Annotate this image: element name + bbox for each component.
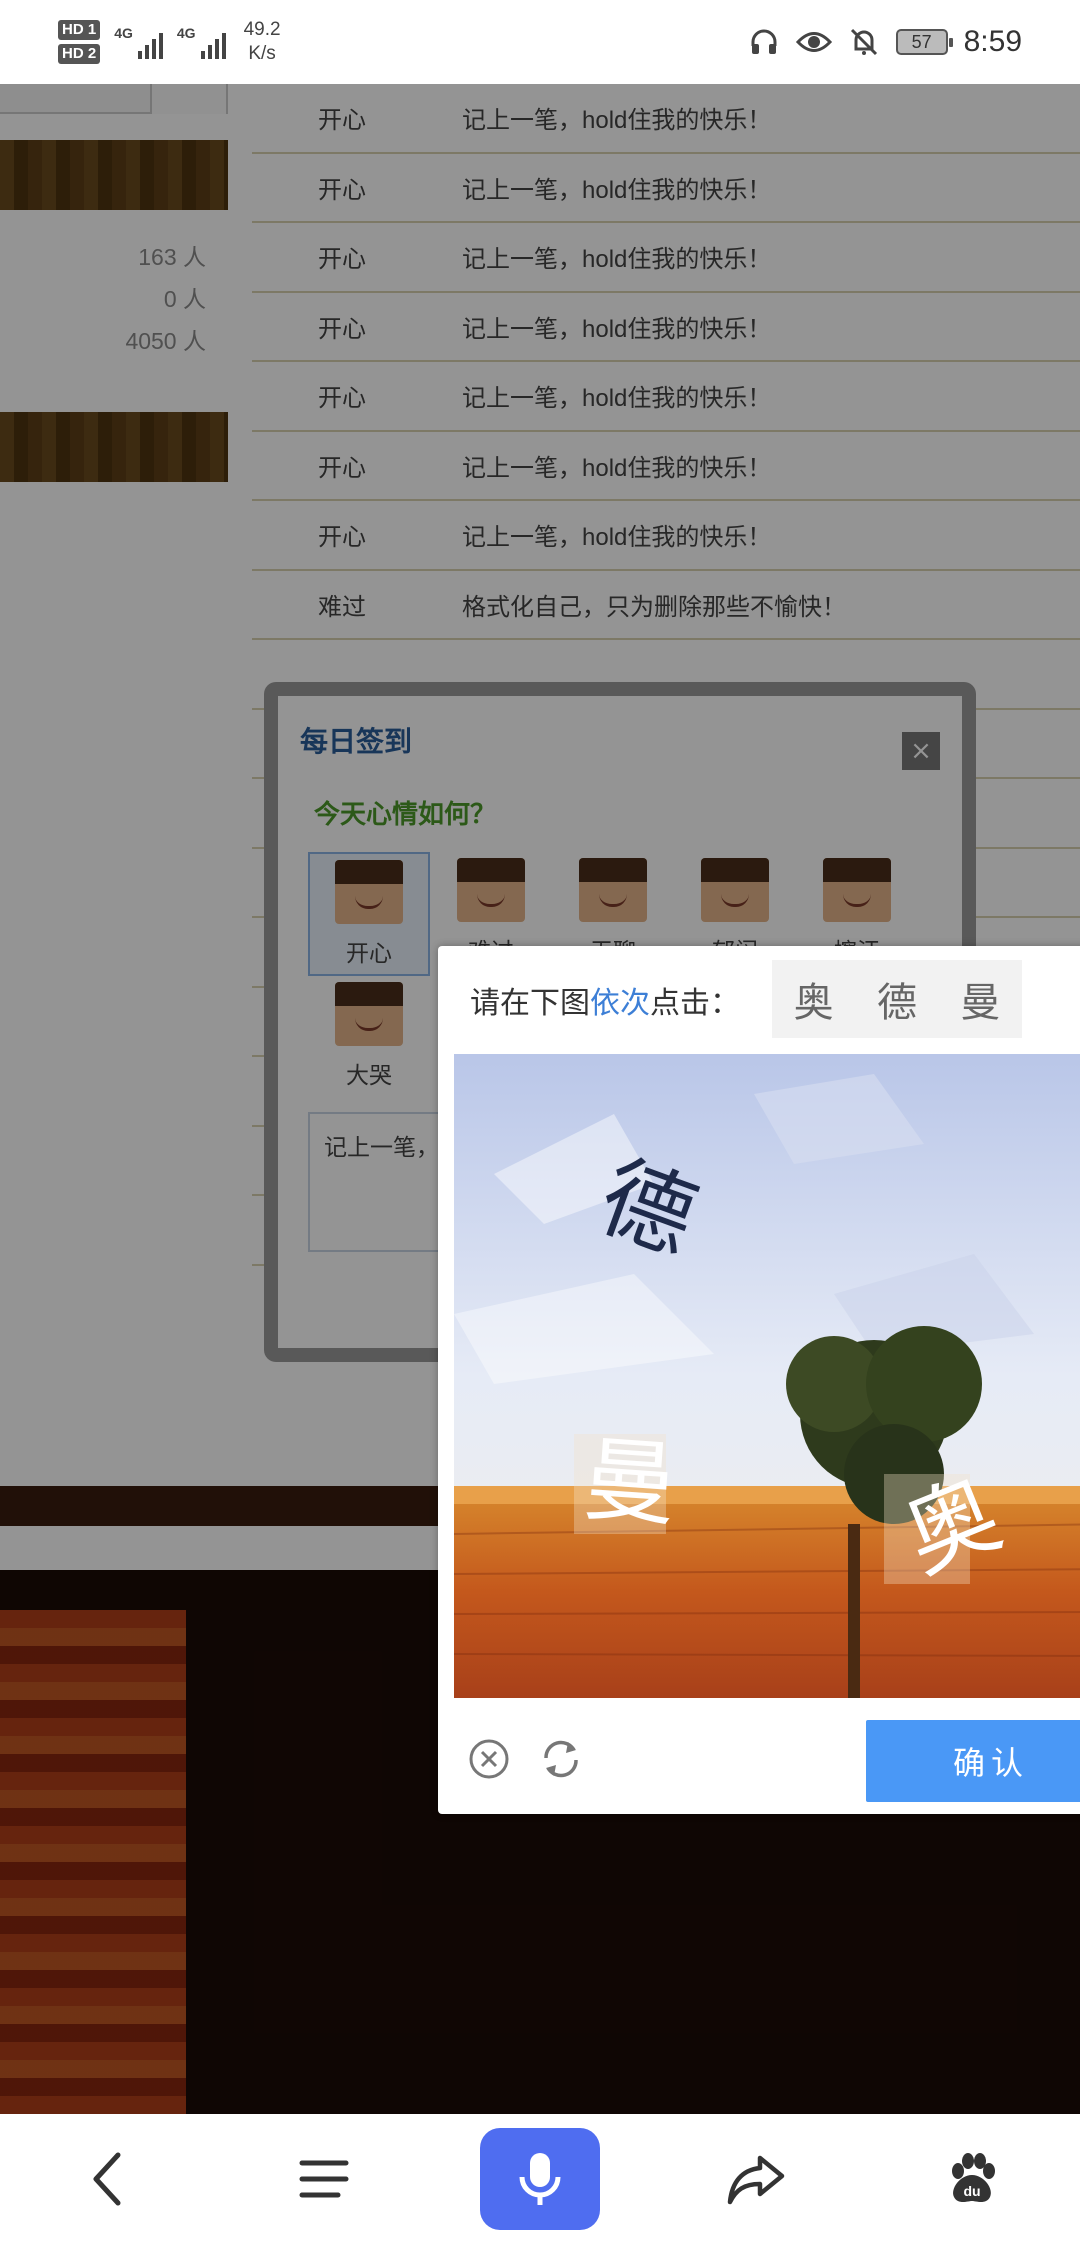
- share-button[interactable]: [696, 2119, 816, 2239]
- target-char: 曼: [960, 980, 1001, 1026]
- clock: 8:59: [963, 25, 1022, 58]
- captcha-char[interactable]: 曼: [580, 1426, 679, 1539]
- hd-indicators: HD 1 HD 2: [58, 20, 101, 64]
- back-button[interactable]: [48, 2119, 168, 2239]
- menu-icon: [299, 2160, 349, 2198]
- hd2-badge: HD 2: [58, 44, 101, 64]
- eye-icon: [795, 32, 832, 52]
- signal-1-icon: 4G: [114, 25, 163, 59]
- headphones-icon: [751, 29, 777, 54]
- captcha-image[interactable]: 德 曼 奥: [454, 1054, 1080, 1698]
- menu-button[interactable]: [264, 2119, 384, 2239]
- baidu-button[interactable]: du: [912, 2119, 1032, 2239]
- baidu-paw-icon: du: [952, 2153, 995, 2202]
- share-icon: [727, 2155, 785, 2205]
- refresh-icon[interactable]: [538, 1736, 584, 1782]
- captcha-footer: 确认: [438, 1698, 1080, 1814]
- back-icon: [93, 2152, 121, 2206]
- voice-button[interactable]: [480, 2128, 600, 2230]
- captcha-popup: 请在下图 依次 点击： 奥 德 曼 德 曼 奥 确认: [438, 946, 1080, 1814]
- microphone-icon: [519, 2153, 561, 2205]
- browser-nav-bar: du: [0, 2114, 1080, 2244]
- mute-icon: [850, 28, 877, 56]
- network-speed: 49.2 K/s: [243, 19, 281, 64]
- captcha-target-chars: 奥 德 曼: [772, 960, 1022, 1038]
- target-char: 德: [876, 980, 917, 1026]
- status-bar: HD 1 HD 2 4G 4G 49.2 K/s 57 8:59: [0, 0, 1080, 84]
- close-circle-icon[interactable]: [468, 1738, 510, 1780]
- hd1-badge: HD 1: [58, 20, 101, 40]
- confirm-button[interactable]: 确认: [866, 1720, 1080, 1802]
- target-char: 奥: [793, 980, 834, 1026]
- signal-2-icon: 4G: [177, 25, 226, 59]
- battery-icon: 57: [895, 29, 953, 55]
- svg-text:du: du: [963, 2183, 980, 2199]
